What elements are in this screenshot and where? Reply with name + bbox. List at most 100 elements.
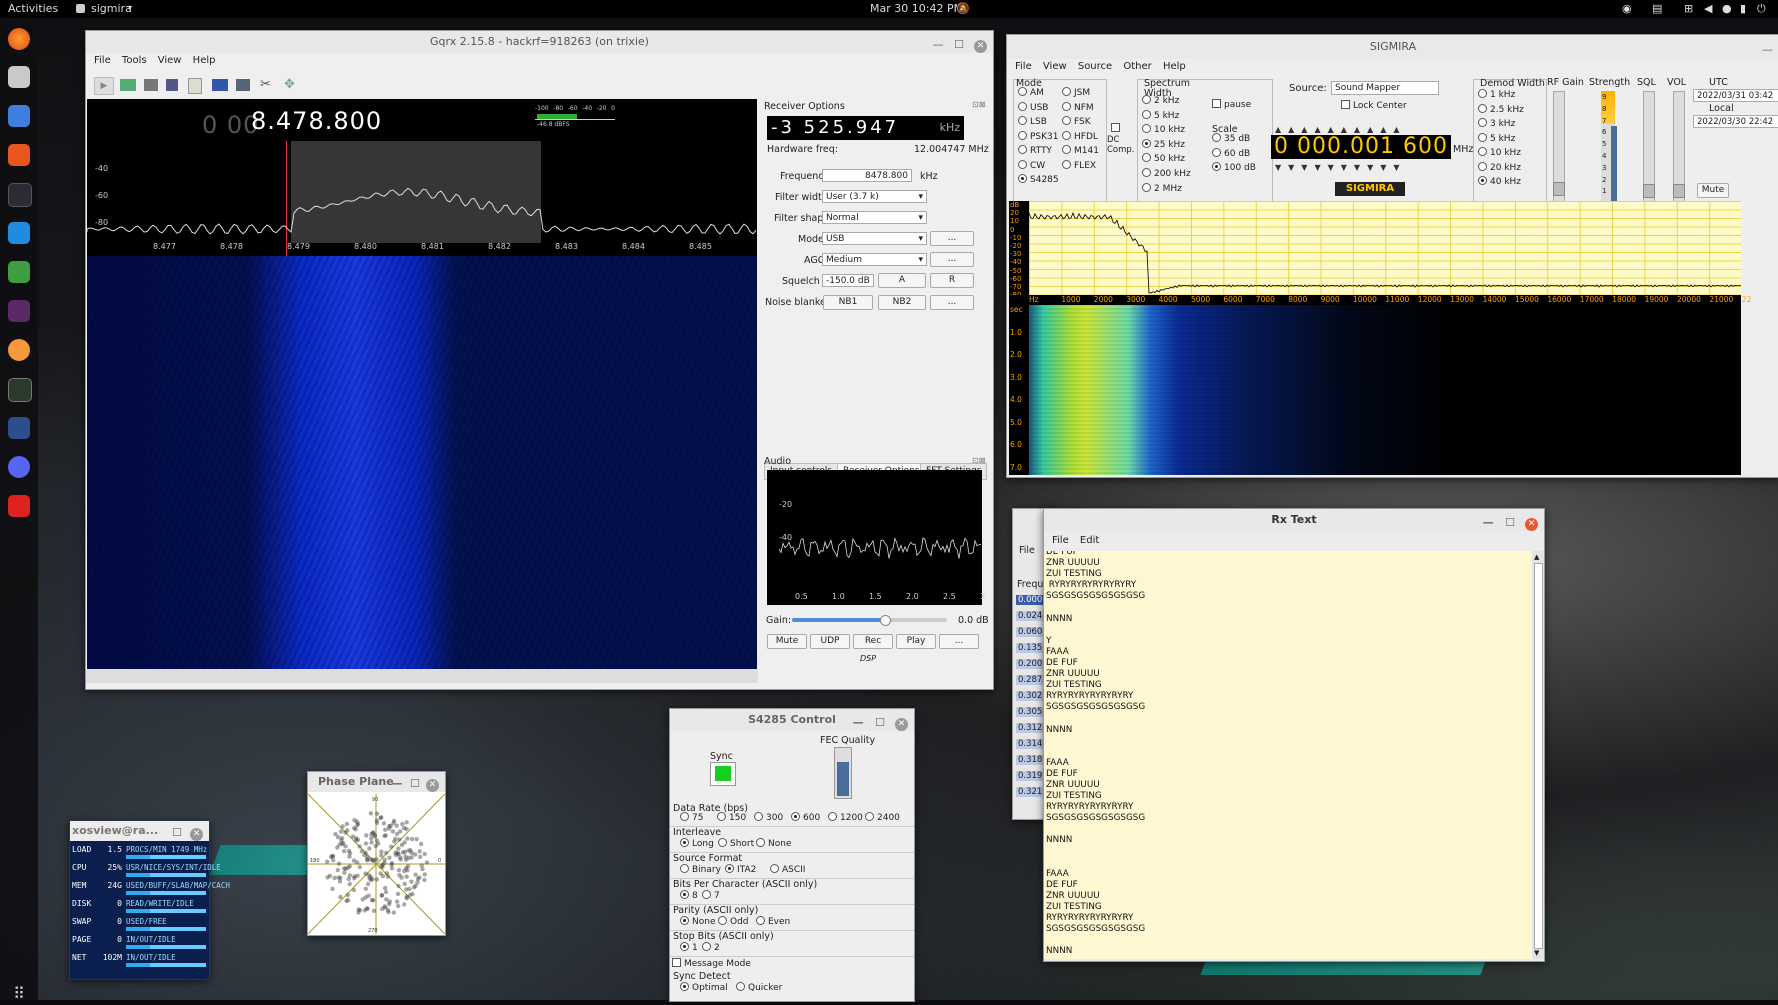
minimize-button[interactable]: —: [1483, 516, 1494, 529]
frequency-list-item[interactable]: 0.319: [1016, 771, 1045, 781]
stop-bits-radio[interactable]: 2: [702, 942, 720, 953]
minimize-button[interactable]: —: [853, 716, 864, 729]
power-icon[interactable]: ⏻: [1757, 2, 1766, 16]
mode-radio[interactable]: HFDL: [1062, 130, 1098, 142]
app-center-icon[interactable]: [8, 144, 30, 166]
agc-select[interactable]: Medium ▾: [822, 253, 927, 266]
rx-text-scrollbar[interactable]: ▲ ▼: [1532, 551, 1544, 959]
network-icon[interactable]: ⊞: [1684, 2, 1693, 15]
data-rate-radio[interactable]: 300: [754, 812, 783, 823]
scroll-down-icon[interactable]: ▼: [1534, 949, 1539, 957]
menu-help[interactable]: Help: [193, 55, 216, 66]
parity-radio[interactable]: Even: [756, 916, 790, 927]
maximize-button[interactable]: ☐: [172, 826, 182, 839]
frequency-list-item[interactable]: 0.302: [1016, 691, 1045, 701]
frequency-list-item[interactable]: 0.000: [1016, 595, 1045, 605]
fft-plot[interactable]: 0 00 8.478.800 -100 -80 -60 -40 -20 0 -4…: [87, 99, 757, 256]
dc-comp-checkbox[interactable]: [1111, 122, 1120, 132]
width-radio[interactable]: 2 kHz: [1142, 95, 1179, 106]
files-icon[interactable]: [8, 66, 30, 88]
monitor-icon[interactable]: [8, 378, 32, 402]
menu-view[interactable]: View: [158, 55, 182, 66]
width-radio[interactable]: 5 kHz: [1142, 109, 1179, 121]
agc-options-button[interactable]: ...: [930, 252, 974, 267]
menu-file[interactable]: File: [1052, 535, 1069, 546]
parity-radio[interactable]: None: [680, 916, 715, 927]
source-format-radio[interactable]: ASCII: [770, 864, 805, 875]
audio-fft-plot[interactable]: -20 -40 0.5 1.0 1.5 2.0 2.5 3: [767, 470, 985, 605]
folder-icon[interactable]: [144, 79, 158, 91]
close-button[interactable]: ✕: [190, 828, 203, 841]
scale-radio[interactable]: 60 dB: [1212, 147, 1250, 159]
mode-radio[interactable]: NFM: [1062, 101, 1094, 113]
horizontal-scrollbar[interactable]: [86, 669, 758, 683]
stop-bits-radio[interactable]: 1: [680, 942, 698, 953]
gain-slider-handle[interactable]: [880, 615, 891, 626]
frequency-list-item[interactable]: 0.321: [1016, 787, 1045, 797]
frequency-list-item[interactable]: 0.312: [1016, 723, 1045, 733]
frequency-list-item[interactable]: 0.024: [1016, 611, 1045, 621]
data-rate-radio[interactable]: 2400: [865, 812, 900, 823]
mode-radio[interactable]: FLEX: [1062, 159, 1096, 171]
gqrx-titlebar[interactable]: Gqrx 2.15.8 - hackrf=918263 (on trixie) …: [86, 31, 993, 53]
tray-icon[interactable]: ▤: [1652, 2, 1662, 15]
sync-detect-radio[interactable]: Optimal: [680, 982, 728, 993]
app-icon[interactable]: [8, 300, 30, 322]
maximize-button[interactable]: ☐: [410, 777, 420, 790]
freq-up-arrows[interactable]: ▲▲▲▲▲▲▲▲▲▲: [1275, 125, 1445, 134]
screen-icon[interactable]: [212, 79, 228, 91]
waterfall[interactable]: [87, 256, 757, 669]
xosview-titlebar[interactable]: xosview@ra... ☐ ✕: [70, 821, 209, 841]
demod-radio[interactable]: 2.5 kHz: [1478, 103, 1524, 115]
app-icon[interactable]: [8, 417, 30, 439]
data-rate-radio[interactable]: 75: [680, 812, 703, 823]
discord-icon[interactable]: [8, 456, 30, 478]
close-button[interactable]: ✕: [974, 40, 987, 53]
sync-detect-radio[interactable]: Quicker: [736, 982, 782, 993]
play-icon[interactable]: ▶: [94, 77, 114, 95]
data-rate-radio[interactable]: 600: [791, 812, 820, 823]
scale-radio[interactable]: 100 dB: [1212, 162, 1256, 173]
mode-radio[interactable]: S4285: [1018, 174, 1059, 185]
interleave-radio[interactable]: None: [756, 838, 791, 849]
frequency-list-item[interactable]: 0.060: [1016, 627, 1045, 637]
battery-icon[interactable]: ▮: [1740, 2, 1746, 15]
discord-tray-icon[interactable]: ◉: [1622, 2, 1632, 15]
menu-other[interactable]: Other: [1123, 61, 1151, 72]
rec-button[interactable]: Rec: [853, 634, 893, 649]
device-icon[interactable]: [120, 79, 136, 91]
vscode-icon[interactable]: [8, 222, 30, 244]
menu-help[interactable]: Help: [1163, 61, 1186, 72]
message-mode-checkbox[interactable]: Message Mode: [672, 958, 751, 969]
frequency-list-item[interactable]: 0.314: [1016, 739, 1045, 749]
menu-tools[interactable]: Tools: [122, 55, 147, 66]
audio-options-button[interactable]: ...: [939, 634, 979, 649]
frequency-spinbox[interactable]: 8478.800: [822, 169, 912, 182]
gain-slider[interactable]: [792, 615, 947, 626]
app-menu[interactable]: sigmira: [91, 2, 132, 15]
bits-radio[interactable]: 7: [702, 890, 720, 901]
app-icon[interactable]: [8, 339, 30, 361]
source-format-radio[interactable]: ITA2: [725, 864, 756, 875]
nb1-button[interactable]: NB1: [823, 295, 873, 310]
scroll-up-icon[interactable]: ▲: [1534, 553, 1539, 561]
lock-center-checkbox[interactable]: Lock Center: [1341, 100, 1407, 111]
menu-edit[interactable]: Edit: [1080, 535, 1099, 546]
tools-icon[interactable]: ✂: [260, 77, 271, 92]
mute-button[interactable]: Mute: [1697, 183, 1729, 198]
calc-icon[interactable]: [8, 261, 30, 283]
minimize-button[interactable]: —: [1762, 43, 1773, 56]
scale-radio[interactable]: 35 dB: [1212, 133, 1250, 144]
nb-options-button[interactable]: ...: [930, 295, 974, 310]
offset-display[interactable]: -3 525.947 kHz: [767, 116, 964, 140]
menu-source[interactable]: Source: [1078, 61, 1112, 72]
data-rate-radio[interactable]: 1200: [828, 812, 863, 823]
demod-radio[interactable]: 20 kHz: [1478, 161, 1521, 173]
s4285-titlebar[interactable]: S4285 Control — ☐ ✕: [670, 709, 914, 731]
sigmira-titlebar[interactable]: SIGMIRA —: [1007, 35, 1778, 59]
squelch-spinbox[interactable]: -150.0 dB: [822, 274, 874, 287]
mode-radio[interactable]: JSM: [1062, 87, 1090, 98]
nb2-button[interactable]: NB2: [878, 295, 926, 310]
frequency-list-item[interactable]: 0.135: [1016, 643, 1045, 653]
panel-float-close-icon[interactable]: ⊡⊠: [972, 100, 985, 109]
